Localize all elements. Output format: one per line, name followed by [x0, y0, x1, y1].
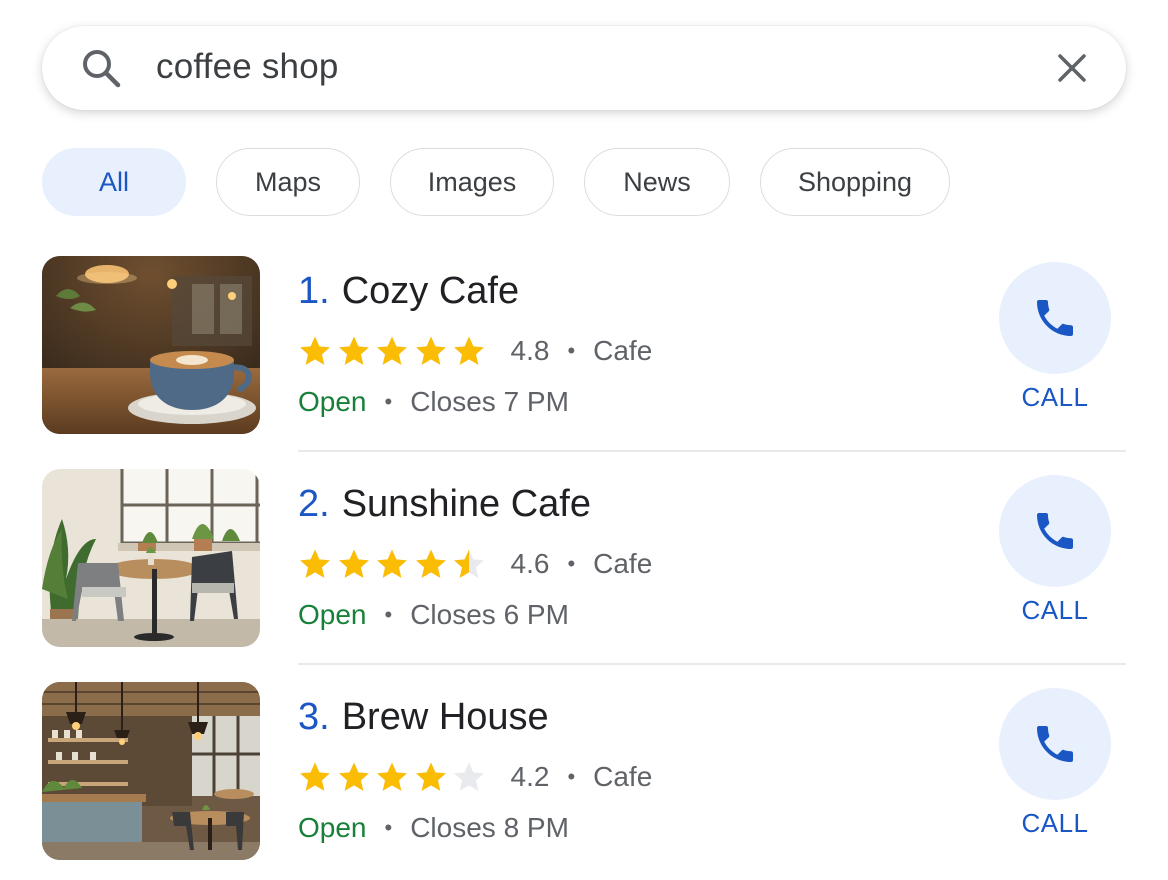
star-icon — [338, 762, 369, 791]
open-status: Open — [298, 386, 367, 417]
star-icon — [415, 549, 446, 578]
rating-value: 4.6 — [510, 548, 550, 579]
separator-dot: • — [567, 551, 576, 576]
chip-images[interactable]: Images — [390, 148, 554, 216]
filter-chips: All Maps Images News Shopping — [42, 148, 950, 216]
result-name: Brew House — [341, 696, 549, 738]
result-item[interactable]: 2. Sunshine Cafe 4.6 • Cafe Open • Closes… — [0, 469, 1168, 649]
result-item[interactable]: 1. Cozy Cafe 4.8 • Cafe Open • Closes 7 P… — [0, 256, 1168, 436]
star-rating — [298, 760, 491, 794]
chip-label: Maps — [254, 166, 322, 197]
result-category: Cafe — [593, 548, 653, 579]
rating-row: 4.6 • Cafe — [298, 547, 652, 581]
open-status: Open — [298, 599, 367, 630]
star-icon — [415, 762, 446, 791]
star-icon — [454, 549, 484, 578]
brew-house-interior-photo — [42, 682, 260, 860]
result-thumbnail[interactable] — [42, 256, 260, 434]
chip-all[interactable]: All — [42, 148, 186, 216]
search-results-page: coffee shop All Maps Images News Shoppin… — [0, 0, 1168, 880]
star-rating — [298, 547, 491, 581]
rating-value: 4.8 — [510, 335, 550, 366]
chip-news[interactable]: News — [584, 148, 730, 216]
star-icon — [454, 762, 484, 791]
status-row: Open • Closes 8 PM — [298, 812, 569, 844]
star-icon — [300, 762, 330, 791]
star-icon — [377, 336, 407, 365]
result-title[interactable]: 3. Brew House — [298, 696, 549, 739]
result-category: Cafe — [593, 335, 653, 366]
call-label[interactable]: CALL — [999, 808, 1111, 839]
chip-maps[interactable]: Maps — [216, 148, 360, 216]
latte-cup-photo — [42, 256, 260, 434]
separator-dot: • — [384, 815, 393, 840]
closing-time: Closes 7 PM — [410, 386, 569, 417]
star-icon — [377, 762, 407, 791]
result-name: Cozy Cafe — [341, 270, 520, 312]
call-button[interactable] — [999, 262, 1111, 374]
result-category: Cafe — [593, 761, 653, 792]
star-icon — [300, 336, 330, 365]
result-name: Sunshine Cafe — [341, 483, 591, 525]
chip-label: Images — [427, 166, 517, 197]
separator-dot: • — [567, 338, 576, 363]
star-icon — [338, 549, 369, 578]
search-icon[interactable] — [80, 47, 122, 89]
sunny-cafe-interior-photo — [42, 469, 260, 647]
star-icon — [338, 336, 369, 365]
status-row: Open • Closes 6 PM — [298, 599, 569, 631]
phone-icon — [1037, 726, 1073, 762]
phone-icon — [1037, 300, 1073, 336]
call-button[interactable] — [999, 688, 1111, 800]
call-label[interactable]: CALL — [999, 382, 1111, 413]
chip-shopping[interactable]: Shopping — [760, 148, 950, 216]
chip-label: All — [98, 166, 129, 197]
phone-icon — [1037, 513, 1073, 549]
closing-time: Closes 6 PM — [410, 599, 569, 630]
close-icon[interactable] — [1052, 48, 1092, 88]
star-rating — [298, 334, 491, 368]
result-item[interactable]: 3. Brew House 4.2 • Cafe Open • Closes 8 … — [0, 682, 1168, 862]
result-rank: 2. — [298, 483, 330, 525]
search-input[interactable]: coffee shop — [156, 47, 339, 87]
result-thumbnail[interactable] — [42, 682, 260, 860]
separator-dot: • — [567, 764, 576, 789]
result-rank: 1. — [298, 270, 330, 312]
call-button[interactable] — [999, 475, 1111, 587]
closing-time: Closes 8 PM — [410, 812, 569, 843]
divider — [298, 663, 1126, 665]
star-icon — [454, 336, 484, 365]
open-status: Open — [298, 812, 367, 843]
result-title[interactable]: 2. Sunshine Cafe — [298, 483, 591, 526]
rating-value: 4.2 — [510, 761, 550, 792]
call-label[interactable]: CALL — [999, 595, 1111, 626]
separator-dot: • — [384, 389, 393, 414]
separator-dot: • — [384, 602, 393, 627]
status-row: Open • Closes 7 PM — [298, 386, 569, 418]
result-rank: 3. — [298, 696, 330, 738]
result-thumbnail[interactable] — [42, 469, 260, 647]
rating-row: 4.8 • Cafe — [298, 334, 652, 368]
star-icon — [377, 549, 407, 578]
star-icon — [300, 549, 330, 578]
chip-label: Shopping — [797, 166, 913, 197]
star-icon — [415, 336, 446, 365]
chip-label: News — [623, 166, 691, 197]
rating-row: 4.2 • Cafe — [298, 760, 652, 794]
divider — [298, 450, 1126, 452]
result-title[interactable]: 1. Cozy Cafe — [298, 270, 519, 313]
